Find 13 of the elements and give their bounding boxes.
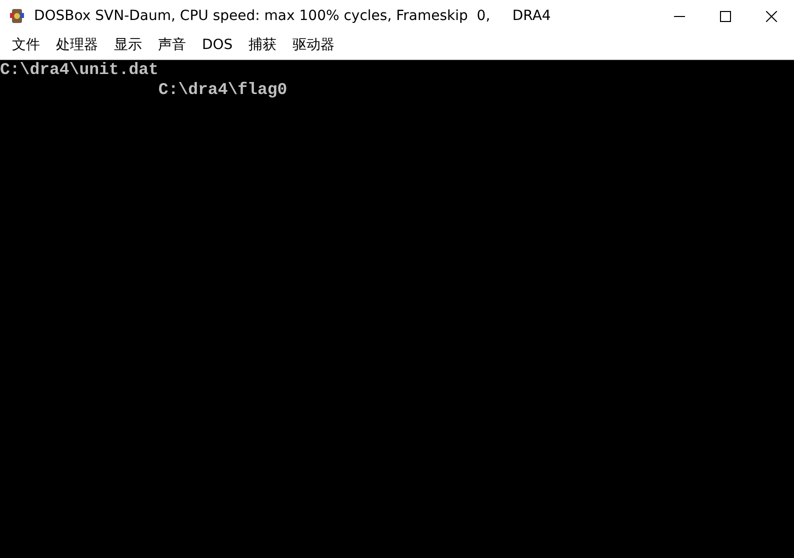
menu-item[interactable]: 声音 bbox=[150, 33, 194, 58]
console-line: C:\dra4\flag0 bbox=[157, 80, 288, 100]
menu-item[interactable]: 处理器 bbox=[48, 33, 106, 58]
menu-item[interactable]: 文件 bbox=[4, 33, 48, 58]
menu-item[interactable]: 驱动器 bbox=[284, 33, 343, 58]
window-title: DOSBox SVN-Daum, CPU speed: max 100% cycles, Frameskip 0, DRA4 bbox=[34, 6, 552, 26]
maximize-icon bbox=[720, 10, 730, 22]
app-icon bbox=[8, 7, 26, 25]
console-line: C:\dra4\unit.dat bbox=[0, 60, 160, 80]
menu-item[interactable]: DOS bbox=[194, 33, 241, 58]
close-icon bbox=[766, 10, 776, 22]
menu-item[interactable]: 显示 bbox=[106, 33, 150, 58]
menu-item[interactable]: 捕获 bbox=[240, 33, 285, 58]
